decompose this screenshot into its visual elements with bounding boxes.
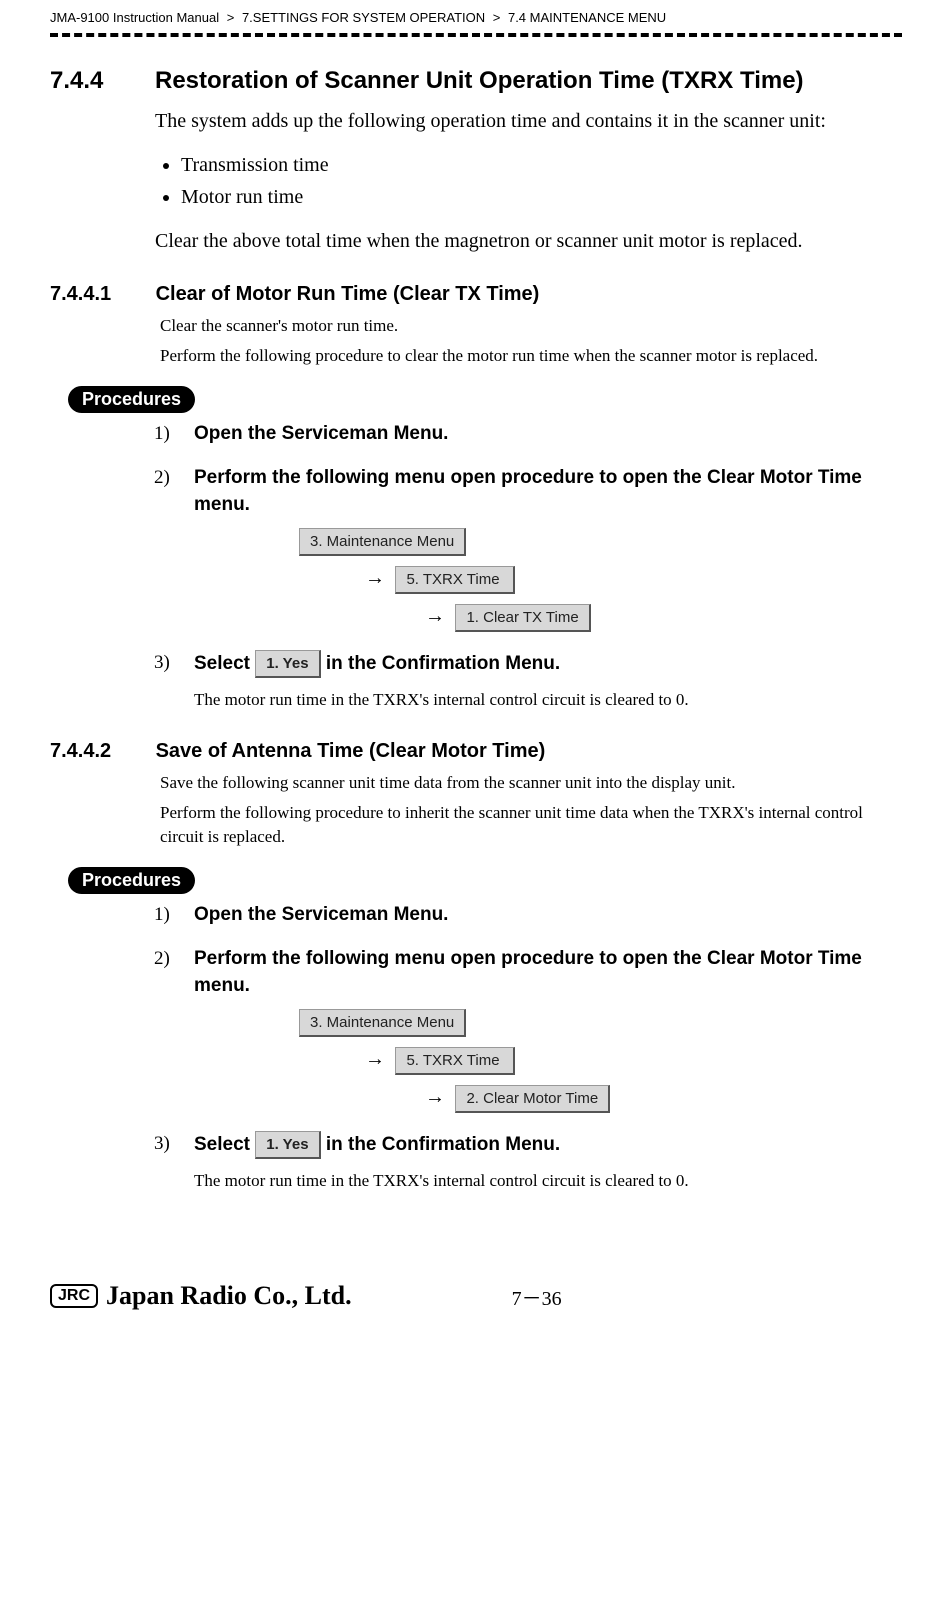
arrow-right-icon: → — [365, 1048, 385, 1070]
breadcrumb-chapter: 7.SETTINGS FOR SYSTEM OPERATION — [242, 10, 485, 25]
jrc-logo: JRC Japan Radio Co., Ltd. — [50, 1281, 352, 1311]
breadcrumb-section: 7.4 MAINTENANCE MENU — [508, 10, 666, 25]
section-title: Restoration of Scanner Unit Operation Ti… — [155, 67, 902, 95]
subsection-number: 7.4.4.2 — [50, 740, 150, 763]
step-item: Select 1. Yes in the Confirmation Menu. … — [154, 650, 902, 712]
step-item: Open the Serviceman Menu. — [154, 902, 902, 929]
step-item: Select 1. Yes in the Confirmation Menu. … — [154, 1131, 902, 1193]
procedure-steps: Open the Serviceman Menu. Perform the fo… — [154, 421, 902, 713]
page-number: 7－36 — [512, 1282, 562, 1311]
menu-button[interactable]: 5. TXRX Time — [395, 566, 515, 594]
intro-text: The system adds up the following operati… — [155, 107, 902, 135]
subsection-number: 7.4.4.1 — [50, 283, 150, 306]
procedures-badge: Procedures — [68, 386, 195, 413]
step-text: Perform the following menu open procedur… — [194, 948, 862, 996]
step-text-post: in the Confirmation Menu. — [326, 1134, 560, 1155]
step-note: The motor run time in the TXRX's interna… — [194, 688, 902, 712]
clear-note: Clear the above total time when the magn… — [155, 227, 902, 255]
breadcrumb-manual: JMA-9100 Instruction Manual — [50, 10, 219, 25]
menu-button[interactable]: 3. Maintenance Menu — [299, 528, 466, 556]
list-item: Transmission time — [181, 149, 902, 181]
yes-button[interactable]: 1. Yes — [255, 650, 320, 678]
bullet-list: Transmission time Motor run time — [155, 149, 902, 213]
menu-button[interactable]: 5. TXRX Time — [395, 1047, 515, 1075]
arrow-right-icon: → — [365, 567, 385, 589]
step-text-pre: Select — [194, 653, 255, 674]
step-text: Open the Serviceman Menu. — [194, 904, 448, 925]
menu-button[interactable]: 2. Clear Motor Time — [455, 1085, 610, 1113]
step-text: Perform the following menu open procedur… — [194, 467, 862, 515]
paragraph: Perform the following procedure to clear… — [160, 344, 902, 368]
section-number: 7.4.4 — [50, 67, 155, 95]
step-text-post: in the Confirmation Menu. — [326, 653, 560, 674]
step-item: Perform the following menu open procedur… — [154, 465, 902, 632]
subsection-title: Save of Antenna Time (Clear Motor Time) — [156, 740, 546, 762]
menu-path: 3. Maintenance Menu → 5. TXRX Time → 2. … — [299, 1009, 902, 1113]
breadcrumb: JMA-9100 Instruction Manual > 7.SETTINGS… — [50, 0, 902, 29]
subsection-heading: 7.4.4.2 Save of Antenna Time (Clear Moto… — [50, 740, 902, 763]
list-item: Motor run time — [181, 181, 902, 213]
arrow-right-icon: → — [425, 1086, 445, 1108]
menu-button[interactable]: 1. Clear TX Time — [455, 604, 590, 632]
step-text: Open the Serviceman Menu. — [194, 423, 448, 444]
step-text-pre: Select — [194, 1134, 255, 1155]
divider — [50, 33, 902, 37]
menu-button[interactable]: 3. Maintenance Menu — [299, 1009, 466, 1037]
paragraph: Clear the scanner's motor run time. — [160, 314, 902, 338]
step-item: Perform the following menu open procedur… — [154, 946, 902, 1113]
subsection-title: Clear of Motor Run Time (Clear TX Time) — [156, 283, 540, 305]
yes-button[interactable]: 1. Yes — [255, 1131, 320, 1159]
procedure-steps: Open the Serviceman Menu. Perform the fo… — [154, 902, 902, 1194]
paragraph: Perform the following procedure to inher… — [160, 801, 902, 849]
jrc-logo-box: JRC — [50, 1284, 98, 1308]
paragraph: Save the following scanner unit time dat… — [160, 771, 902, 795]
chevron-right-icon: > — [227, 10, 235, 25]
chevron-right-icon: > — [493, 10, 501, 25]
jrc-logo-script: Japan Radio Co., Ltd. — [106, 1281, 352, 1311]
menu-path: 3. Maintenance Menu → 5. TXRX Time → 1. … — [299, 528, 902, 632]
step-note: The motor run time in the TXRX's interna… — [194, 1169, 902, 1193]
page-footer: JRC Japan Radio Co., Ltd. 7－36 — [0, 1251, 952, 1331]
subsection-heading: 7.4.4.1 Clear of Motor Run Time (Clear T… — [50, 283, 902, 306]
arrow-right-icon: → — [425, 605, 445, 627]
procedures-badge: Procedures — [68, 867, 195, 894]
step-item: Open the Serviceman Menu. — [154, 421, 902, 448]
